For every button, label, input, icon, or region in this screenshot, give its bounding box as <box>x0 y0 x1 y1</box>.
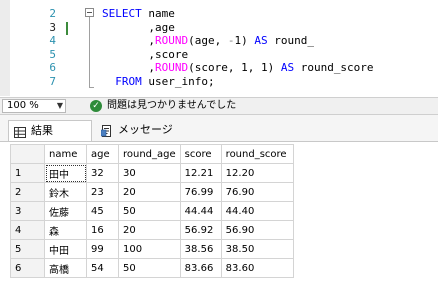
code-token: 1) <box>234 34 255 47</box>
table-cell[interactable]: 100 <box>118 239 181 259</box>
row-number[interactable]: 5 <box>10 239 45 259</box>
table-cell[interactable]: 45 <box>86 201 119 221</box>
tab-results[interactable]: 結果 <box>8 120 92 141</box>
code-token: , <box>102 34 155 47</box>
column-header[interactable]: round_age <box>118 144 181 164</box>
row-number[interactable]: 4 <box>10 220 45 240</box>
table-cell[interactable]: 23 <box>86 182 119 202</box>
code-token: SELECT <box>102 7 149 20</box>
code-token: (age, <box>188 34 228 47</box>
table-cell[interactable]: 50 <box>118 201 181 221</box>
row-number[interactable]: 2 <box>10 182 45 202</box>
table-cell[interactable]: 99 <box>86 239 119 259</box>
table-row[interactable]: 2 鈴木 23 20 76.99 76.90 <box>10 182 294 202</box>
table-cell[interactable]: 38.50 <box>220 239 294 259</box>
zoom-value: 100 % <box>7 100 39 111</box>
table-cell[interactable]: 38.56 <box>179 239 222 259</box>
row-header-corner[interactable] <box>10 144 45 164</box>
table-cell[interactable]: 中田 <box>44 239 87 259</box>
results-grid[interactable]: name age round_age score round_score 1 田中… <box>10 144 294 278</box>
status-message: 問題は見つかりませんでした <box>107 100 237 111</box>
table-cell[interactable]: 30 <box>118 163 181 183</box>
column-header[interactable]: round_score <box>220 144 294 164</box>
line-number: 6 <box>49 61 56 74</box>
table-cell[interactable]: 83.66 <box>179 258 222 278</box>
result-tabs: 結果 メッセージ <box>0 115 438 142</box>
table-row[interactable]: 1 田中 32 30 12.21 12.20 <box>10 163 294 183</box>
table-cell[interactable]: 16 <box>86 220 119 240</box>
code-line[interactable]: ,age <box>102 21 175 35</box>
row-number[interactable]: 6 <box>10 258 45 278</box>
tab-messages[interactable]: メッセージ <box>96 120 176 141</box>
code-token: FROM <box>115 74 142 88</box>
table-cell[interactable]: 56.92 <box>179 220 222 240</box>
table-row[interactable]: 3 佐藤 45 50 44.44 44.40 <box>10 201 294 221</box>
table-cell[interactable]: 20 <box>118 220 181 240</box>
row-number[interactable]: 3 <box>10 201 45 221</box>
code-token: (score, 1, 1) <box>188 61 281 74</box>
code-token: ,score <box>102 47 189 61</box>
code-token: round_score <box>294 61 374 74</box>
table-cell[interactable]: 56.90 <box>220 220 294 240</box>
code-token: AS <box>280 61 295 74</box>
code-line[interactable]: FROM user_info; <box>102 74 215 89</box>
code-token: , <box>102 61 155 74</box>
table-row[interactable]: 5 中田 99 100 38.56 38.50 <box>10 239 294 259</box>
fold-guide <box>89 17 90 87</box>
code-line[interactable]: ,ROUND(age, -1) AS round_ <box>102 34 314 48</box>
editor-status-bar: 100 % ▼ ✓ 問題は見つかりませんでした <box>0 97 438 115</box>
table-cell[interactable]: 44.44 <box>179 201 222 221</box>
row-number[interactable]: 1 <box>10 163 45 183</box>
code-token: ROUND <box>154 34 189 47</box>
table-cell[interactable]: 76.90 <box>220 182 294 202</box>
table-cell[interactable]: 50 <box>118 258 181 278</box>
table-cell[interactable]: 76.99 <box>179 182 222 202</box>
document-icon <box>100 124 112 143</box>
table-cell[interactable]: 鈴木 <box>44 182 87 202</box>
line-number: 5 <box>49 47 56 61</box>
table-cell[interactable]: 20 <box>118 182 181 202</box>
code-line[interactable]: ,ROUND(score, 1, 1) AS round_score <box>102 61 374 75</box>
table-cell[interactable]: 54 <box>86 258 119 278</box>
table-cell[interactable]: 32 <box>86 163 119 183</box>
line-number: 3 <box>49 20 56 34</box>
table-cell[interactable]: 12.20 <box>220 163 294 183</box>
code-token: name <box>148 7 175 20</box>
column-header[interactable]: age <box>86 144 119 164</box>
current-line-indicator <box>66 22 68 35</box>
check-circle-icon: ✓ <box>90 100 102 112</box>
tab-messages-label: メッセージ <box>118 123 173 136</box>
table-cell[interactable]: 田中 <box>44 163 87 183</box>
editor-margin <box>0 0 10 96</box>
code-line[interactable]: SELECT name <box>102 7 175 21</box>
column-header[interactable]: name <box>44 144 87 164</box>
line-number: 2 <box>49 7 56 20</box>
grid-header-row: name age round_age score round_score <box>10 144 294 164</box>
table-row[interactable]: 6 高橋 54 50 83.66 83.60 <box>10 258 294 278</box>
query-editor[interactable]: 234567 SELECT name ,age ,ROUND(age, -1) … <box>0 0 438 96</box>
code-token: ,age <box>102 20 175 34</box>
code-line[interactable]: ,score <box>102 48 188 62</box>
table-row[interactable]: 4 森 16 20 56.92 56.90 <box>10 220 294 240</box>
code-token: ROUND <box>154 61 189 74</box>
line-number: 7 <box>49 74 56 88</box>
tab-results-label: 結果 <box>31 124 53 137</box>
line-number: 4 <box>49 34 56 47</box>
table-cell[interactable]: 44.40 <box>220 201 294 221</box>
zoom-select[interactable]: 100 % ▼ <box>2 99 66 113</box>
table-cell[interactable]: 83.60 <box>220 258 294 278</box>
collapse-icon[interactable] <box>85 8 94 17</box>
table-cell[interactable]: 森 <box>44 220 87 240</box>
results-pane: name age round_age score round_score 1 田中… <box>0 142 438 294</box>
code-token: AS <box>254 34 268 47</box>
chevron-down-icon[interactable]: ▼ <box>57 100 63 112</box>
fold-guide-end <box>89 87 94 88</box>
code-token: round_ <box>267 34 314 47</box>
table-cell[interactable]: 12.21 <box>179 163 222 183</box>
code-token: user_info; <box>141 74 215 88</box>
table-cell[interactable]: 佐藤 <box>44 201 87 221</box>
column-header[interactable]: score <box>179 144 222 164</box>
table-cell[interactable]: 高橋 <box>44 258 87 278</box>
